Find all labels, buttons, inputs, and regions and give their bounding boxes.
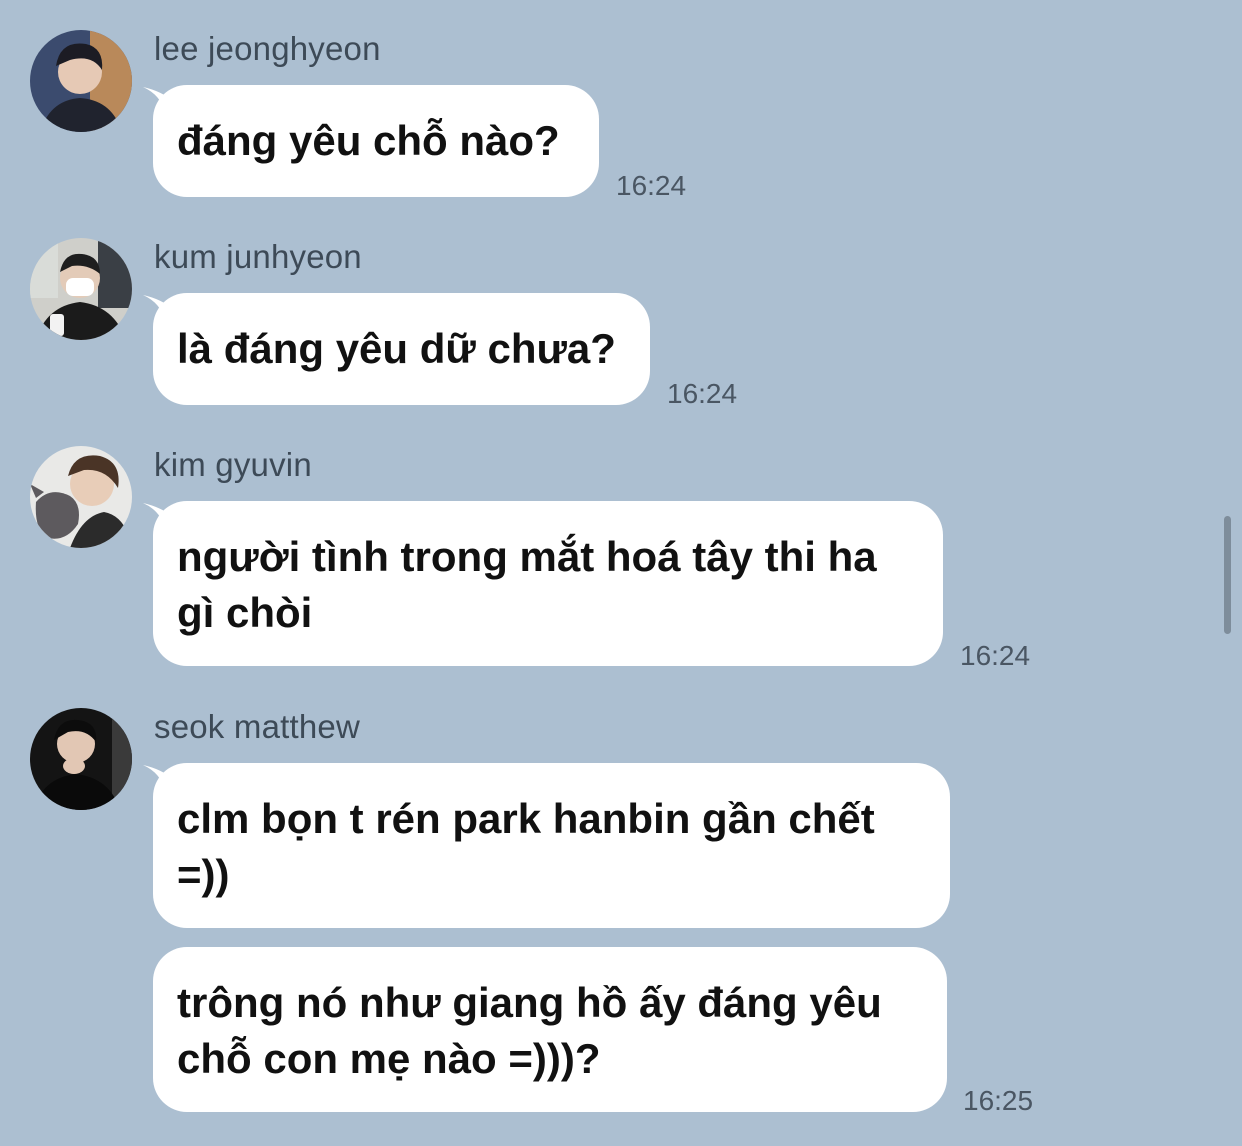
message-time: 16:24 [667,378,738,409]
avatar-photo-icon [30,238,132,340]
message-bubble[interactable]: là đáng yêu dữ chưa? [143,293,650,405]
sender-name: kim gyuvin [154,446,312,483]
scrollbar-thumb[interactable] [1224,516,1231,634]
message-bubble[interactable]: người tình trong mắt hoá tây thi ha gì c… [143,501,943,666]
message-time: 16:25 [963,1085,1034,1116]
message-text: là đáng yêu dữ chưa? [177,325,616,372]
message-text: đáng yêu chỗ nào? [177,117,560,164]
sender-name: kum junhyeon [154,238,362,275]
avatar-photo-icon [30,446,132,548]
avatar-photo-icon [30,30,132,132]
sender-name: seok matthew [154,708,360,745]
message-bubble[interactable]: đáng yêu chỗ nào? [143,85,599,197]
bubble-tail [143,503,173,529]
bubble-tail [143,295,173,321]
sender-avatar[interactable] [30,708,132,810]
bubble-tail [143,87,173,113]
sender-avatar[interactable] [30,30,132,132]
bubble-tail [143,765,173,791]
avatar-photo-icon [30,708,132,810]
sender-name: lee jeonghyeon [154,30,381,67]
message-text: trông nó như giang hồ ấy đáng yêu chỗ co… [177,979,882,1082]
message-bubble[interactable]: clm bọn t rén park hanbin gần chết =)) [143,763,950,928]
message-time: 16:24 [616,170,687,201]
message-time: 16:24 [960,640,1031,671]
message-text: người tình trong mắt hoá tây thi ha gì c… [177,533,877,636]
message-bubble[interactable]: trông nó như giang hồ ấy đáng yêu chỗ co… [153,947,947,1112]
message-text: clm bọn t rén park hanbin gần chết =)) [177,795,875,898]
sender-avatar[interactable] [30,238,132,340]
sender-avatar[interactable] [30,446,132,548]
